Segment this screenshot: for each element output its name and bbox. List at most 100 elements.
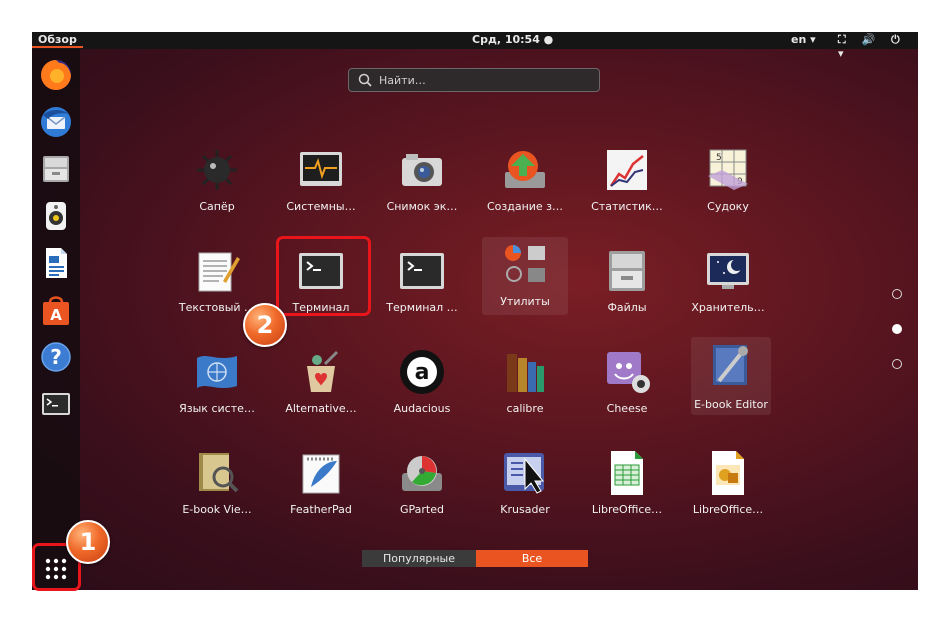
app-label: Cheese [606, 402, 648, 415]
app-audacious[interactable]: a Audacious [379, 342, 465, 436]
svg-text:a: a [415, 360, 430, 385]
svg-text:5: 5 [716, 153, 722, 163]
webcam-icon [607, 352, 650, 393]
app-label: Файлы [607, 301, 647, 314]
app-label: E-book Vie… [182, 503, 252, 516]
dock-item-firefox[interactable] [38, 57, 74, 93]
system-tray[interactable]: ⛶ 🔊 ⏻ ▾ [838, 33, 918, 60]
callout-step-2: 2 [243, 303, 287, 347]
app-language-support[interactable]: Язык систе… [174, 342, 260, 436]
presentation-icon [712, 451, 744, 495]
audacious-icon: a [400, 350, 444, 394]
app-label: Язык систе… [179, 402, 255, 415]
app-label: Создание з… [486, 200, 564, 213]
svg-text:A: A [50, 306, 62, 324]
tab-all[interactable]: Все [476, 550, 588, 567]
app-files[interactable]: Файлы [584, 241, 670, 335]
feather-pad-icon [302, 454, 340, 494]
app-gparted[interactable]: GParted [379, 443, 465, 537]
app-libreoffice-impress[interactable]: LibreOffice… [685, 443, 771, 537]
software-center-icon: A [43, 296, 69, 325]
disk-creator-icon [505, 151, 545, 188]
spreadsheet-icon [611, 451, 643, 495]
tab-popular[interactable]: Популярные [362, 550, 476, 567]
app-label: Статистик… [591, 200, 663, 213]
alternatives-icon [307, 350, 339, 392]
dock: A ? [32, 49, 80, 590]
app-screenshot[interactable]: Снимок эк… [379, 140, 465, 234]
callout-step-1: 1 [66, 520, 110, 564]
writer-document-icon [46, 248, 67, 278]
ebook-editor-icon [713, 345, 748, 385]
text-editor-icon [198, 252, 240, 292]
app-calibre[interactable]: calibre [482, 342, 568, 436]
activities-button[interactable]: Обзор [32, 33, 83, 48]
app-minesweeper[interactable]: Сапёр [174, 140, 260, 234]
clock[interactable]: Срд, 10:54 ● [472, 33, 553, 46]
app-sudoku[interactable]: 5 9 Судоку [685, 140, 771, 234]
app-label: Audacious [393, 402, 451, 415]
app-ebook-viewer[interactable]: E-book Vie… [174, 443, 260, 537]
mine-icon [197, 150, 237, 190]
search-field[interactable]: Найти… [348, 68, 600, 92]
night-sky-icon [707, 253, 749, 289]
krusader-icon [504, 453, 545, 494]
language-indicator[interactable]: en ▾ [791, 33, 816, 46]
sudoku-icon: 5 9 [708, 149, 748, 190]
search-icon [358, 73, 372, 87]
desktop-screen: Обзор Срд, 10:54 ● en ▾ ⛶ 🔊 ⏻ ▾ A ? Найт… [32, 32, 918, 590]
app-libreoffice-calc[interactable]: LibreOffice… [584, 443, 670, 537]
dock-item-software[interactable]: A [38, 292, 74, 328]
dock-item-terminal[interactable] [38, 386, 74, 422]
highlight-terminal [276, 236, 371, 316]
ebook-viewer-icon [199, 453, 239, 493]
firefox-icon [41, 60, 71, 90]
dock-item-writer[interactable] [38, 245, 74, 281]
app-label: Сапёр [199, 200, 235, 213]
app-ebook-editor[interactable]: E-book Editor [691, 337, 771, 415]
app-label: FeatherPad [290, 503, 352, 516]
app-featherpad[interactable]: FeatherPad [278, 443, 364, 537]
books-icon [507, 354, 544, 392]
svg-text:?: ? [50, 345, 62, 369]
app-statistics[interactable]: Статистик… [584, 140, 670, 234]
dock-item-rhythmbox[interactable] [38, 198, 74, 234]
system-monitor-icon [300, 152, 342, 186]
app-label: E-book Editor [694, 398, 768, 411]
app-folder-utilities[interactable]: Утилиты [482, 237, 568, 315]
app-label: Krusader [500, 503, 550, 516]
app-label: LibreOffice… [692, 503, 764, 516]
app-label: Терминал … [386, 301, 458, 314]
terminal-icon [400, 253, 444, 289]
dock-item-thunderbird[interactable] [38, 104, 74, 140]
page-indicator-1[interactable] [892, 289, 902, 299]
app-label: Системны… [286, 200, 356, 213]
language-flag-icon [197, 356, 237, 388]
dock-item-help[interactable]: ? [38, 339, 74, 375]
page-indicator-2[interactable] [892, 324, 902, 334]
terminal-icon [42, 393, 70, 415]
app-startup-disk[interactable]: Создание з… [482, 140, 568, 234]
app-alternatives[interactable]: Alternative… [278, 342, 364, 436]
app-label: GParted [400, 503, 444, 516]
file-cabinet-icon [43, 156, 69, 182]
app-terminal-2[interactable]: Терминал … [379, 241, 465, 335]
app-system-monitor[interactable]: Системны… [278, 140, 364, 234]
app-label: Утилиты [500, 295, 550, 308]
chart-icon [607, 150, 647, 190]
gparted-icon [402, 456, 442, 491]
app-label: Хранитель… [691, 301, 765, 314]
help-icon: ? [41, 342, 71, 372]
dock-item-files[interactable] [38, 151, 74, 187]
app-krusader[interactable]: Krusader [482, 443, 568, 537]
file-cabinet-icon [609, 251, 645, 291]
search-placeholder: Найти… [379, 74, 426, 87]
app-label: calibre [506, 402, 544, 415]
app-label: LibreOffice… [591, 503, 663, 516]
page-indicator-3[interactable] [892, 359, 902, 369]
speaker-icon [46, 202, 66, 230]
app-screensaver[interactable]: Хранитель… [685, 241, 771, 335]
app-label: Alternative… [285, 402, 357, 415]
app-label: Судоку [707, 200, 749, 213]
app-cheese[interactable]: Cheese [584, 342, 670, 436]
